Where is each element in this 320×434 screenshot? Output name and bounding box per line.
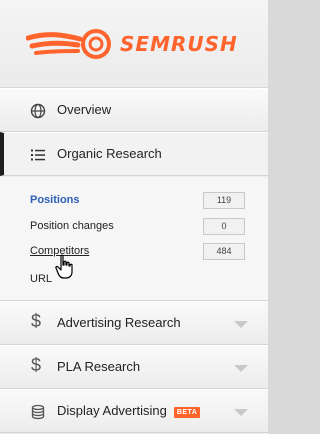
nav-overview[interactable]: Overview	[0, 88, 268, 132]
submenu-item-positions[interactable]: Positions 119	[0, 190, 268, 212]
nav-display-advertising[interactable]: Display Advertising BETA	[0, 389, 268, 433]
submenu-item-label: Position changes	[30, 220, 114, 232]
submenu-item-label: Competitors	[30, 245, 90, 257]
nav-display-advertising-text: Display Advertising	[57, 403, 167, 418]
dollar-icon: $	[31, 311, 42, 331]
submenu-item-label: Positions	[30, 194, 80, 206]
submenu-item-label: URL	[30, 273, 53, 285]
chevron-down-icon	[234, 409, 248, 416]
database-icon	[31, 404, 45, 420]
count-badge: 119	[203, 192, 245, 209]
logo-text: SEMRUSH	[120, 32, 238, 56]
nav-overview-label: Overview	[57, 102, 112, 117]
dollar-icon: $	[31, 355, 42, 375]
chevron-down-icon	[234, 365, 248, 372]
beta-badge: BETA	[173, 407, 201, 418]
count-badge: 0	[203, 218, 245, 235]
list-icon	[31, 149, 45, 161]
organic-research-submenu: Positions 119 Position changes 0 Competi…	[0, 177, 268, 301]
nav-display-advertising-label: Display Advertising BETA	[57, 403, 201, 419]
nav-advertising-research-label: Advertising Research	[57, 315, 181, 330]
nav-pla-research-label: PLA Research	[57, 359, 141, 374]
count-badge: 484	[203, 243, 245, 260]
nav-advertising-research[interactable]: $ Advertising Research	[0, 301, 268, 345]
logo-area: SEMRUSH	[0, 0, 268, 88]
nav-pla-research[interactable]: $ PLA Research	[0, 345, 268, 389]
nav-organic-research-label: Organic Research	[57, 146, 162, 161]
globe-icon	[30, 103, 46, 119]
submenu-item-competitors[interactable]: Competitors 484	[0, 241, 268, 263]
chevron-down-icon	[234, 321, 248, 328]
sidebar: SEMRUSH Overview Organic Research Positi…	[0, 0, 268, 434]
semrush-logo[interactable]: SEMRUSH	[26, 24, 256, 64]
nav-organic-research[interactable]: Organic Research	[0, 132, 268, 176]
submenu-item-position-changes[interactable]: Position changes 0	[0, 216, 268, 238]
fireball-icon	[26, 29, 111, 59]
submenu-item-url[interactable]: URL	[0, 269, 268, 291]
